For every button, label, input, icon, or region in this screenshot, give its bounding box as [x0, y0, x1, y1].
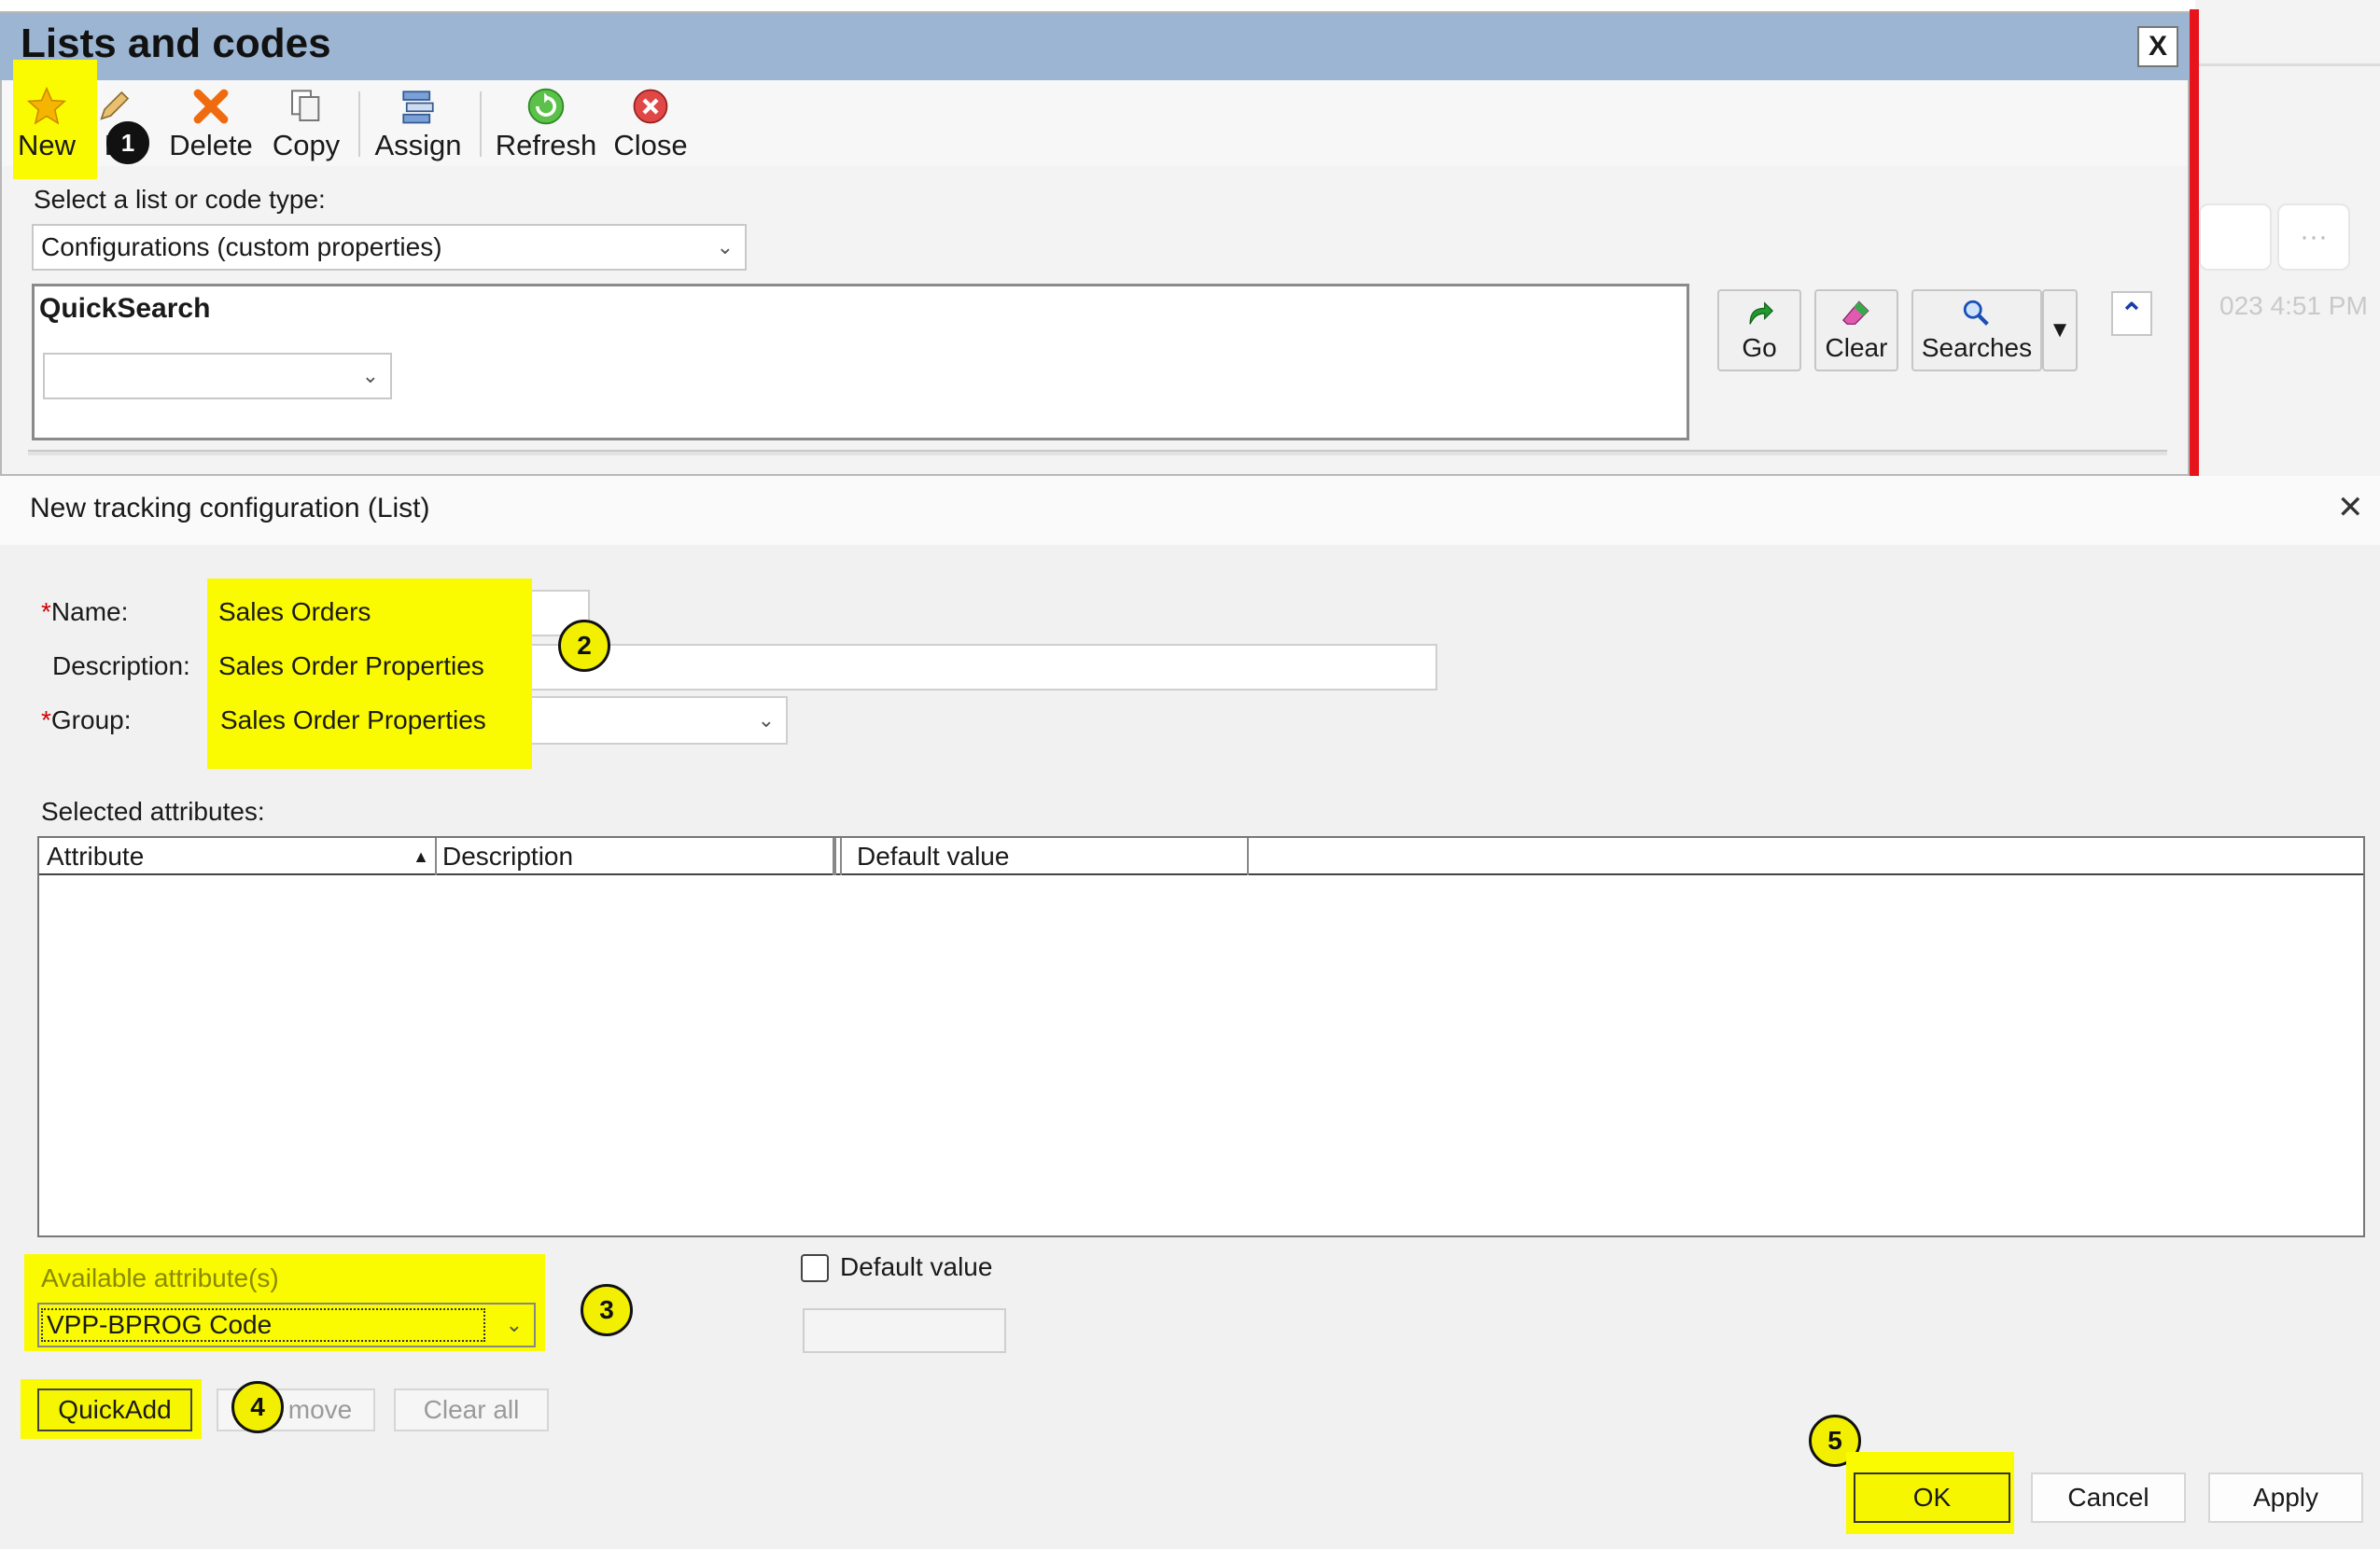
background-more-button[interactable]: ··· — [2277, 203, 2350, 271]
lists-close-x-button[interactable]: X — [2137, 26, 2178, 67]
description-value: Sales Order Properties — [218, 651, 484, 680]
searches-dropdown-button[interactable]: ▼ — [2042, 289, 2078, 371]
search-icon — [1961, 298, 1993, 333]
quicksearch-select[interactable]: ⌄ — [43, 353, 392, 399]
name-label: *Name: — [41, 597, 129, 626]
refresh-button[interactable]: Refresh — [495, 84, 597, 162]
red-border-bar — [2190, 9, 2199, 476]
list-type-select[interactable]: Configurations (custom properties) ⌄ — [32, 224, 747, 271]
default-value-label: Default value — [840, 1252, 993, 1281]
background-divider — [2195, 63, 2380, 66]
delete-button[interactable]: Delete — [168, 84, 254, 162]
group-label: *Group: — [41, 705, 132, 734]
column-attribute[interactable]: Attribute ▲ — [41, 838, 437, 875]
arrow-go-icon — [1743, 298, 1776, 333]
column-default-value[interactable]: Default value — [851, 838, 1249, 875]
clear-button[interactable]: Clear — [1814, 289, 1898, 371]
lists-grid-edge — [28, 450, 2167, 455]
star-icon — [24, 84, 69, 129]
double-chevron-up-icon: ⌃ — [2120, 298, 2144, 329]
column-description[interactable]: Description — [437, 838, 836, 875]
refresh-icon — [524, 84, 568, 129]
chevron-down-icon: ⌄ — [757, 708, 775, 732]
assign-button[interactable]: Assign — [373, 84, 463, 162]
copy-button[interactable]: Copy — [271, 84, 342, 162]
available-attributes-label: Available attribute(s) — [41, 1263, 279, 1292]
collapse-up-button[interactable]: ⌃ — [2111, 291, 2152, 336]
default-value-checkbox[interactable] — [801, 1254, 829, 1282]
column-resize-handle[interactable] — [833, 838, 842, 875]
dialog-close-button[interactable]: ✕ — [2337, 489, 2364, 526]
name-value: Sales Orders — [218, 597, 371, 626]
eraser-icon — [1840, 298, 1873, 333]
description-label: Description: — [52, 651, 190, 680]
selected-attributes-grid — [37, 836, 2365, 1237]
group-value: Sales Order Properties — [220, 705, 486, 734]
toolbar-separator — [480, 91, 482, 157]
background-timestamp: 023 4:51 PM — [2219, 291, 2368, 320]
searches-button[interactable]: Searches — [1911, 289, 2042, 371]
dialog-title: New tracking configuration (List) — [30, 493, 430, 523]
clear-all-button[interactable]: Clear all — [394, 1389, 549, 1431]
callout-2: 2 — [558, 620, 610, 672]
assign-icon — [396, 84, 441, 129]
callout-3: 3 — [581, 1284, 633, 1336]
callout-1: 1 — [106, 121, 149, 164]
ok-button[interactable]: OK — [1854, 1472, 2010, 1523]
available-attribute-select[interactable]: VPP-BPROG Code ⌄ — [37, 1303, 536, 1347]
toolbar-separator — [358, 91, 360, 157]
x-mark-icon — [189, 84, 233, 129]
cancel-button[interactable]: Cancel — [2031, 1472, 2186, 1523]
go-button[interactable]: Go — [1717, 289, 1801, 371]
chevron-down-icon: ⌄ — [505, 1313, 523, 1336]
default-value-input[interactable] — [803, 1308, 1006, 1353]
quicksearch-title: QuickSearch — [39, 293, 211, 324]
triangle-down-icon: ▼ — [2049, 317, 2071, 342]
list-type-label: Select a list or code type: — [34, 185, 326, 214]
background-app-button[interactable] — [2199, 203, 2272, 271]
selected-attributes-label: Selected attributes: — [41, 797, 265, 826]
close-button[interactable]: Close — [612, 84, 689, 162]
callout-4: 4 — [231, 1381, 284, 1433]
sort-ascending-icon: ▲ — [413, 846, 429, 866]
apply-button[interactable]: Apply — [2208, 1472, 2363, 1523]
new-button[interactable]: New — [13, 84, 80, 162]
chevron-down-icon: ⌄ — [716, 235, 734, 258]
copy-icon — [284, 84, 329, 129]
chevron-down-icon: ⌄ — [361, 364, 379, 387]
quickadd-button[interactable]: QuickAdd — [37, 1389, 192, 1431]
close-circle-icon — [628, 84, 673, 129]
